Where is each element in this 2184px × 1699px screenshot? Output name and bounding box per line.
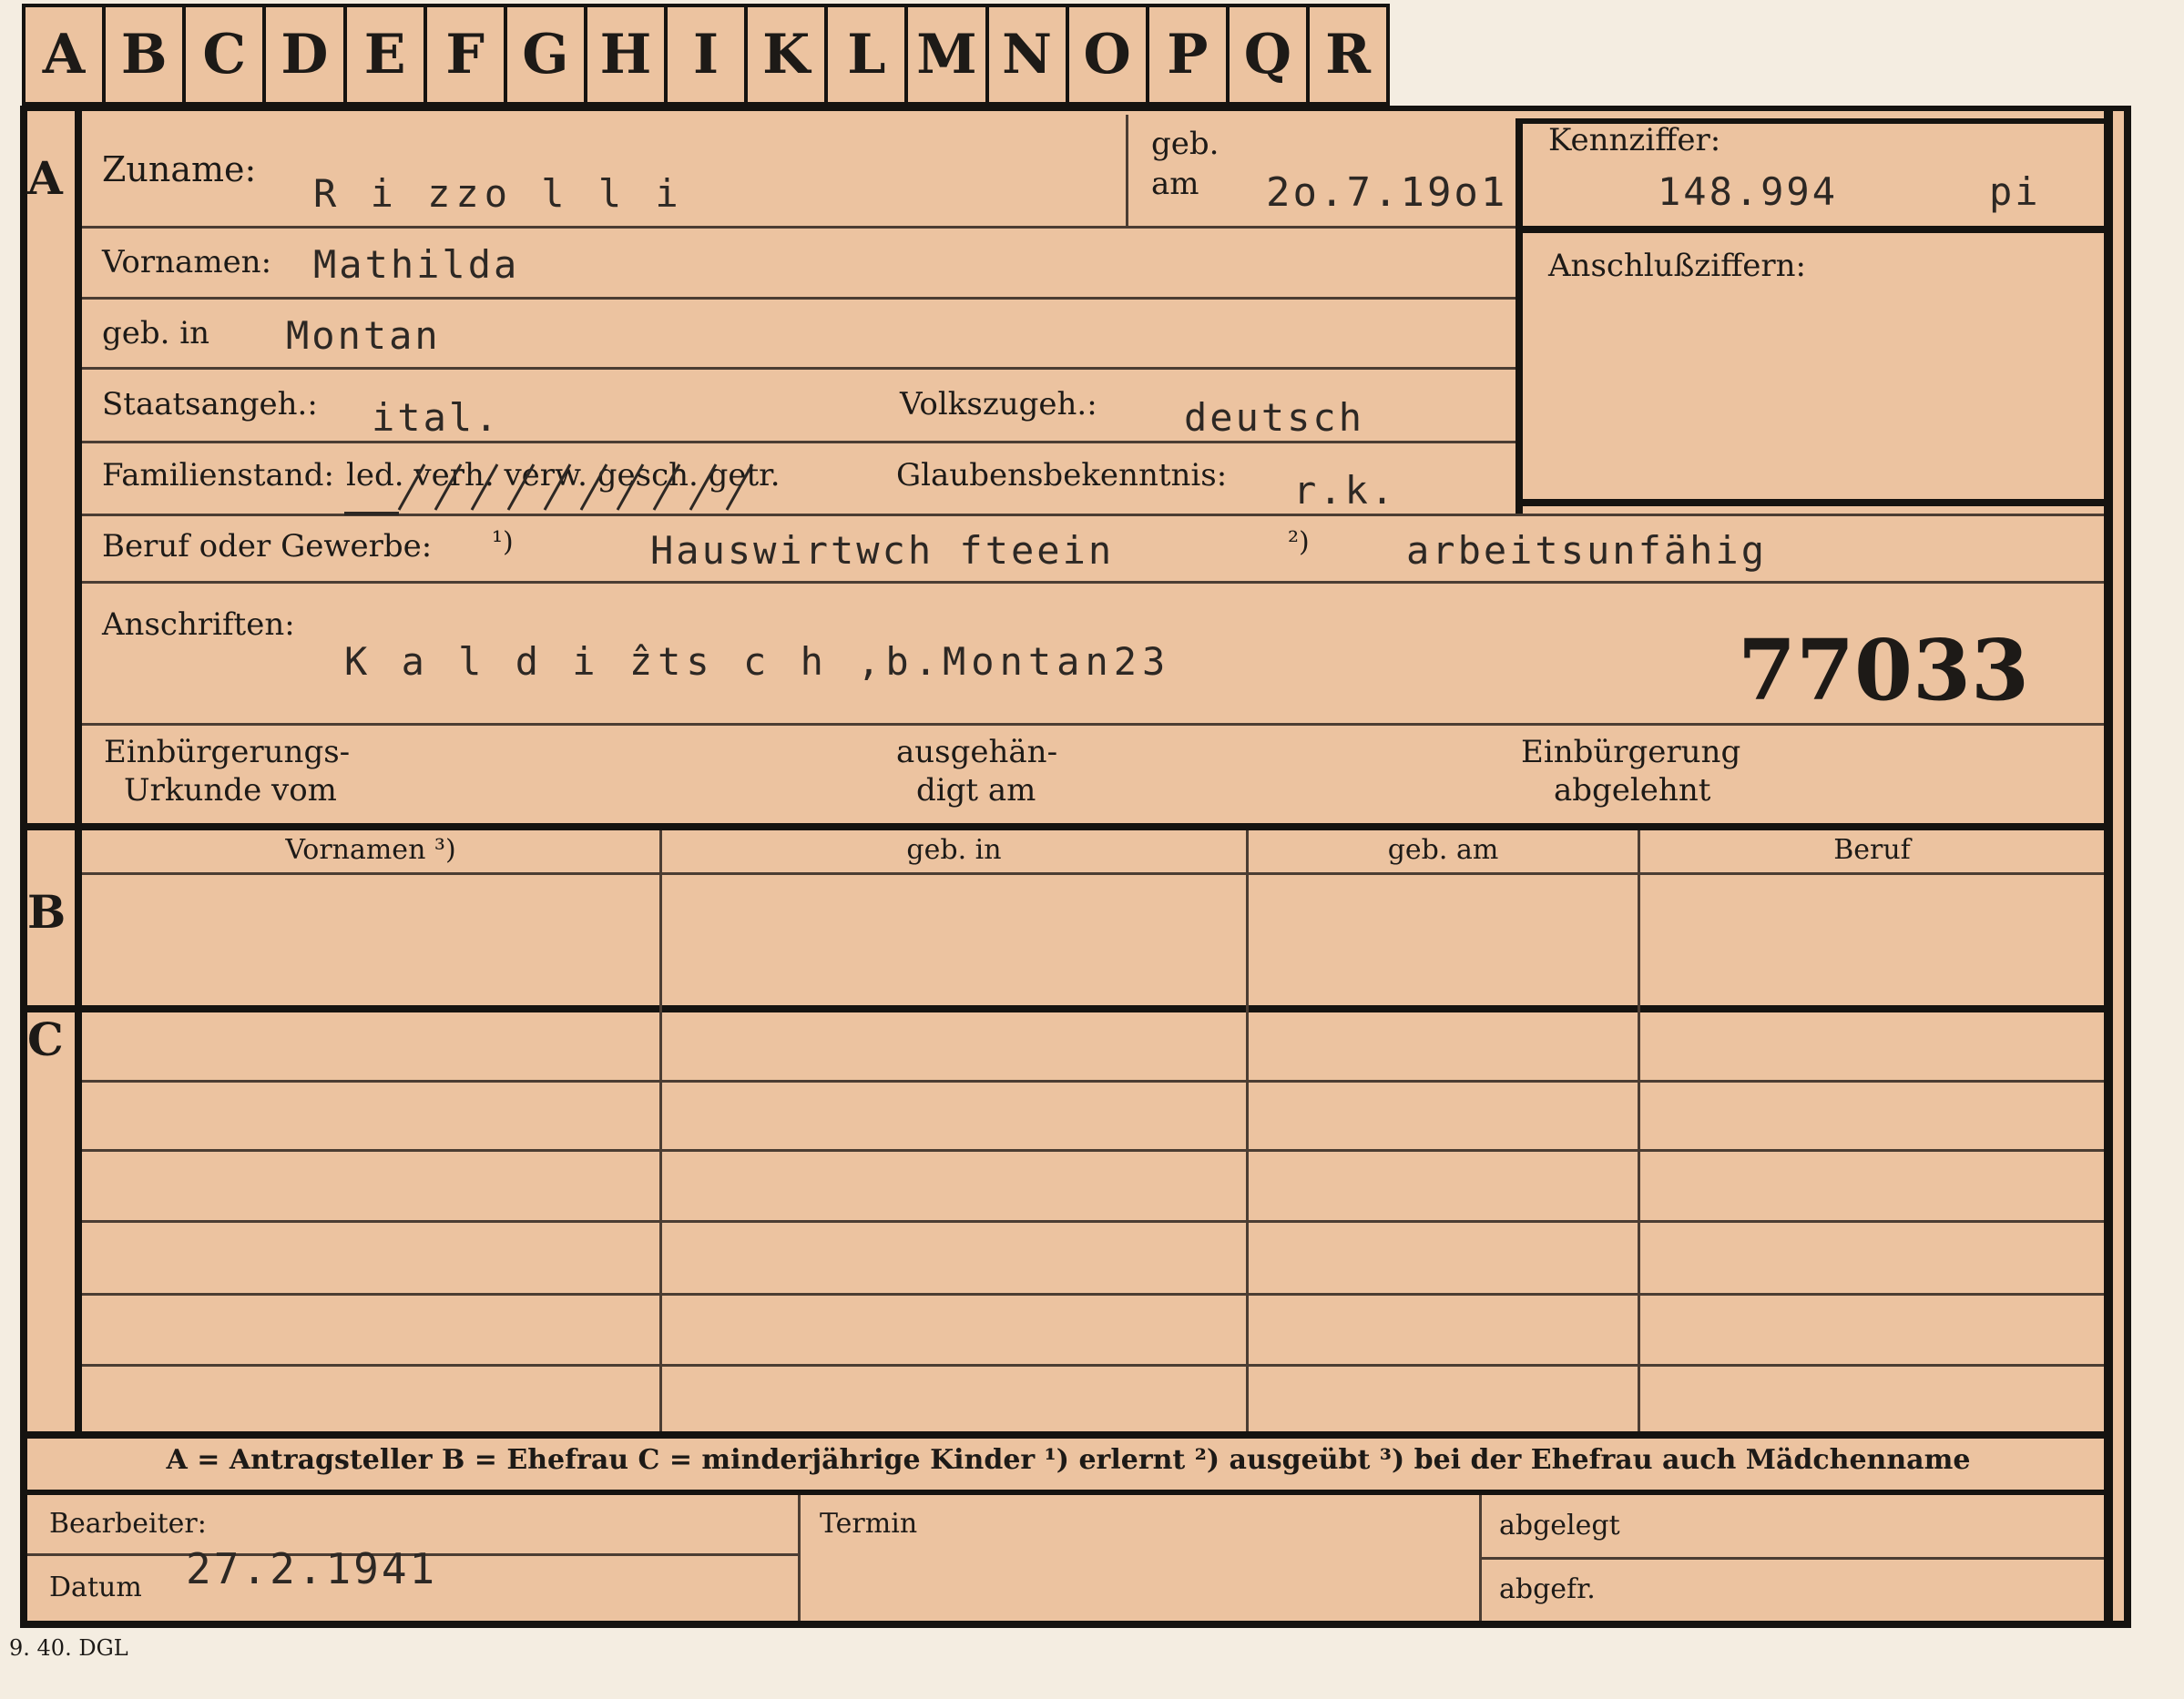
kennziffer-box-mid xyxy=(1516,226,2109,233)
alphabet-tab-a: A xyxy=(26,7,103,102)
alphabet-tab-g: G xyxy=(503,7,584,102)
rule xyxy=(82,441,1516,443)
alphabet-tabs: ABCDEFGHIKLMNOPQR xyxy=(26,7,1387,106)
kennziffer-suffix: pi xyxy=(1989,169,2041,214)
section-letter-b: B xyxy=(27,885,66,939)
abgefr-label: abgefr. xyxy=(1499,1573,1596,1605)
legend-bottom xyxy=(27,1490,2109,1495)
anschlussziffern-label: Anschlußziffern: xyxy=(1548,248,1806,284)
print-code: 9. 40. DGL xyxy=(9,1635,128,1661)
section-b-top xyxy=(27,823,2109,830)
beruf-note-2: ²) xyxy=(1288,526,1310,558)
abgelegt-label: abgelegt xyxy=(1499,1510,1620,1541)
vornamen-label: Vornamen: xyxy=(102,244,272,280)
familienstand-label: Familienstand: xyxy=(102,457,334,493)
legend-top xyxy=(27,1431,2109,1439)
einb-urkunde-label-1: Einbürgerungs- xyxy=(104,734,351,770)
beruf-label: Beruf oder Gewerbe: xyxy=(102,528,433,565)
staatsangeh-label: Staatsangeh.: xyxy=(102,386,318,422)
einb-abgelehnt-label-2: abgelehnt xyxy=(1554,772,1711,809)
alphabet-tab-k: K xyxy=(744,7,825,102)
alphabet-tab-o: O xyxy=(1065,7,1146,102)
table-header-geb-am: geb. am xyxy=(1387,834,1499,866)
table-row-rule xyxy=(82,1149,2104,1152)
table-row-rule xyxy=(82,1080,2104,1083)
rule xyxy=(82,723,2104,726)
table-row-rule xyxy=(82,1364,2104,1367)
geb-in-value: Montan xyxy=(286,313,441,358)
stamp-number: 77033 xyxy=(1738,621,2030,719)
kennziffer-box-left xyxy=(1516,118,1523,514)
table-row-rule xyxy=(82,1293,2104,1296)
section-letter-c: C xyxy=(27,1012,64,1066)
table-header-vornamen: Vornamen ³) xyxy=(285,834,456,866)
einb-urkunde-label-2: Urkunde vom xyxy=(124,772,337,809)
section-c-top xyxy=(27,1005,2109,1012)
beruf-erlernt-value: Hauswirtwch fteein xyxy=(650,528,1115,573)
table-col-rule xyxy=(1246,830,1249,1431)
alphabet-tab-f: F xyxy=(423,7,504,102)
beruf-ausgeuebt-value: arbeitsunfähig xyxy=(1406,528,1768,573)
alphabet-tab-h: H xyxy=(583,7,664,102)
termin-label: Termin xyxy=(820,1508,918,1540)
rule xyxy=(82,581,2104,584)
alphabet-tab-q: Q xyxy=(1225,7,1306,102)
geb-am-value: 2o.7.19o1 xyxy=(1266,169,1508,216)
datum-label: Datum xyxy=(49,1572,142,1603)
alphabet-tab-c: C xyxy=(182,7,263,102)
vornamen-value: Mathilda xyxy=(313,242,520,287)
glaubensbekenntnis-value: r.k. xyxy=(1293,468,1397,513)
einb-abgelehnt-label-1: Einbürgerung xyxy=(1521,734,1741,770)
staatsangeh-value: ital. xyxy=(372,395,501,440)
alphabet-tab-m: M xyxy=(904,7,985,102)
geb-in-label: geb. in xyxy=(102,315,210,351)
zuname-value: R i zzo l l i xyxy=(313,171,684,216)
legend: A = Antragsteller B = Ehefrau C = minder… xyxy=(166,1444,1971,1476)
card-right-edge xyxy=(2104,111,2113,1628)
table-header-geb-in: geb. in xyxy=(906,834,1002,866)
beruf-note-1: ¹) xyxy=(492,526,514,558)
rule xyxy=(82,367,1516,370)
familienstand-strikethrough xyxy=(344,463,754,515)
table-header-rule xyxy=(82,872,2104,875)
alphabet-tab-b: B xyxy=(102,7,183,102)
footer-col-rule xyxy=(798,1495,801,1621)
rule xyxy=(82,226,1516,229)
rule-vertical xyxy=(1126,115,1128,226)
alphabet-tab-d: D xyxy=(262,7,343,102)
alphabet-tab-r: R xyxy=(1306,7,1387,102)
section-column-divider xyxy=(75,111,82,1439)
section-letter-a: A xyxy=(27,151,63,205)
alphabet-tab-n: N xyxy=(985,7,1066,102)
table-header-beruf: Beruf xyxy=(1833,834,1911,866)
kennziffer-box-bottom xyxy=(1516,499,2109,506)
table-col-rule xyxy=(1638,830,1640,1431)
anschrift-value: K a l d i ẑts c h ,b.Montan23 xyxy=(344,639,1171,684)
volkszugeh-value: deutsch xyxy=(1184,395,1365,440)
alphabet-tab-i: I xyxy=(664,7,745,102)
datum-value: 27.2.1941 xyxy=(186,1544,438,1593)
bearbeiter-label: Bearbeiter: xyxy=(49,1508,207,1540)
geb-am-label-1: geb. xyxy=(1151,126,1220,162)
ausgehaendigt-label-2: digt am xyxy=(916,772,1036,809)
kennziffer-label: Kennziffer: xyxy=(1548,122,1721,158)
ausgehaendigt-label-1: ausgehän- xyxy=(896,734,1058,770)
rule xyxy=(82,297,1516,300)
alphabet-tab-p: P xyxy=(1145,7,1226,102)
volkszugeh-label: Volkszugeh.: xyxy=(900,386,1097,422)
zuname-label: Zuname: xyxy=(102,149,257,189)
anschriften-label: Anschriften: xyxy=(102,606,295,643)
footer-row-rule xyxy=(1479,1557,2104,1560)
table-col-rule xyxy=(659,830,662,1431)
alphabet-tab-l: L xyxy=(824,7,905,102)
alphabet-tab-e: E xyxy=(342,7,424,102)
glaubensbekenntnis-label: Glaubensbekenntnis: xyxy=(896,457,1228,493)
kennziffer-value: 148.994 xyxy=(1658,169,1839,214)
geb-am-label-2: am xyxy=(1151,166,1199,202)
table-row-rule xyxy=(82,1220,2104,1223)
